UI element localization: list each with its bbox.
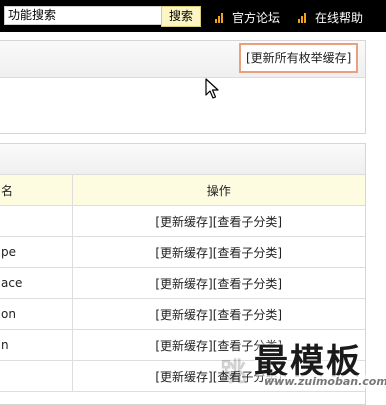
table-row: on [更新缓存][查看子分类] <box>0 298 365 330</box>
official-forum-link[interactable]: 官方论坛 <box>215 9 280 26</box>
refresh-all-enum-cache-button[interactable]: [更新所有枚举缓存] <box>239 43 359 73</box>
row-operations-cell: [更新缓存][查看子分类] <box>71 267 365 299</box>
watermark-fragment: 跳 <box>220 358 247 388</box>
online-help-label: 在线帮助 <box>315 11 364 25</box>
refresh-cache-link[interactable]: [更新缓存] <box>155 215 212 229</box>
refresh-cache-link[interactable]: [更新缓存] <box>155 308 212 322</box>
category-list-panel-header <box>0 144 365 175</box>
row-operations-cell: [更新缓存][查看子分类] <box>71 205 365 237</box>
view-subcategories-link[interactable]: [查看子分类] <box>213 308 282 322</box>
column-header-operations: 操作 <box>71 175 365 206</box>
official-forum-label: 官方论坛 <box>232 11 281 25</box>
view-subcategories-link[interactable]: [查看子分类] <box>213 277 282 291</box>
refresh-cache-link[interactable]: [更新缓存] <box>155 339 212 353</box>
enum-cache-panel: [更新所有枚举缓存] <box>0 40 366 134</box>
online-help-link[interactable]: 在线帮助 <box>298 9 363 26</box>
refresh-cache-link[interactable]: [更新缓存] <box>155 277 212 291</box>
refresh-cache-link[interactable]: [更新缓存] <box>155 370 212 384</box>
row-name-cell: on <box>0 298 72 330</box>
table-header-row: 名 操作 <box>0 175 365 206</box>
watermark-url: www.zuimoban.com <box>264 375 386 388</box>
view-subcategories-link[interactable]: [查看子分类] <box>213 246 282 260</box>
signal-bars-icon <box>215 12 225 23</box>
row-name-cell: pe <box>0 236 72 268</box>
top-toolbar: 搜索 官方论坛 在线帮助 <box>0 0 386 32</box>
row-operations-cell: [更新缓存][查看子分类] <box>71 236 365 268</box>
watermark: 跳 最模板 www.zuimoban.com <box>220 340 386 398</box>
row-name-cell: ace <box>0 267 72 299</box>
view-subcategories-link[interactable]: [查看子分类] <box>213 215 282 229</box>
signal-bars-icon <box>298 12 308 23</box>
row-name-cell: n <box>0 329 72 361</box>
refresh-cache-link[interactable]: [更新缓存] <box>155 246 212 260</box>
mouse-pointer-icon <box>205 78 219 99</box>
search-input[interactable] <box>4 6 162 25</box>
table-row: ace [更新缓存][查看子分类] <box>0 267 365 299</box>
row-name-cell <box>0 360 72 392</box>
column-header-name: 名 <box>0 175 72 206</box>
row-name-cell <box>0 205 72 237</box>
table-row: [更新缓存][查看子分类] <box>0 205 365 237</box>
row-operations-cell: [更新缓存][查看子分类] <box>71 298 365 330</box>
table-row: pe [更新缓存][查看子分类] <box>0 236 365 268</box>
search-button[interactable]: 搜索 <box>161 6 201 27</box>
